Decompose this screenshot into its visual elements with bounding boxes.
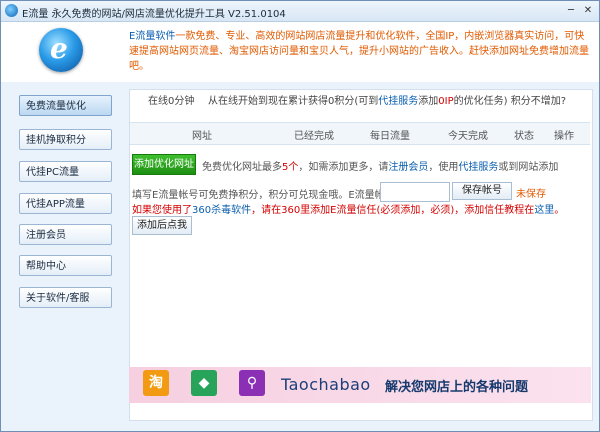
register-link[interactable]: 注册会员 <box>388 162 428 173</box>
logo-icon: e <box>39 28 83 72</box>
header: e E流量软件一款免费、专业、高效的网站网店流量提升和优化软件，全国IP，内嵌浏… <box>1 22 599 82</box>
title-bar: E流量 永久免费的网站/网店流量优化提升工具 V2.51.0104 ─ ✕ <box>1 1 599 22</box>
nav-register[interactable]: 注册会员 <box>19 224 112 245</box>
add-note-d: 或到网站添加 <box>498 162 559 173</box>
col-url: 网址 <box>192 131 212 142</box>
col-status: 状态 <box>514 131 534 142</box>
minimize-button[interactable]: ─ <box>564 4 578 17</box>
banner-slogan: 解决您网店上的各种问题 <box>385 380 529 395</box>
proxy-link[interactable]: 代挂服务 <box>458 162 498 173</box>
ip-count: 0IP <box>438 96 454 107</box>
unsaved-status: 未保存 <box>516 189 546 200</box>
col-today: 今天完成 <box>448 131 488 142</box>
search-icon: ⚲ <box>239 370 265 396</box>
nav-about[interactable]: 关于软件/客服 <box>19 287 112 308</box>
nav-pc-traffic[interactable]: 代挂PC流量 <box>19 161 112 182</box>
nav-help[interactable]: 帮助中心 <box>19 255 112 276</box>
intro-body: 一款免费、专业、高效的网站网店流量提升和优化软件，全国IP，内嵌浏览器真实访问，… <box>129 31 589 72</box>
taobao-icon: 淘 <box>143 370 169 396</box>
add-note-count: 5个 <box>282 162 299 173</box>
status-line: 在线0分钟 从在线开始到现在累计获得0积分(可到代挂服务添加0IP的优化任务) … <box>130 94 592 110</box>
proxy-service-link[interactable]: 代挂服务 <box>378 96 418 107</box>
save-account-button[interactable]: 保存帐号 <box>452 182 512 200</box>
warning-b: ，请在360里添加E流量信任(必须添加，必须)，添加信任教程在 <box>251 205 535 216</box>
nav-app-traffic[interactable]: 代挂APP流量 <box>19 193 112 214</box>
add-url-button[interactable]: 添加优化网址 <box>132 154 196 175</box>
banner-brand: Taochabao <box>281 375 371 394</box>
table-header: 网址 已经完成 每日流量 今天完成 状态 操作 <box>130 122 590 145</box>
points-desc-a: 从在线开始到现在累计获得0积分(可到 <box>208 96 379 107</box>
intro-brand: E流量软件 <box>129 31 176 42</box>
col-done: 已经完成 <box>294 131 334 142</box>
nav-earn-points[interactable]: 挂机挣取积分 <box>19 129 112 150</box>
app-window: E流量 永久免费的网站/网店流量优化提升工具 V2.51.0104 ─ ✕ e … <box>0 0 600 432</box>
add-note-a: 免费优化网址最多 <box>202 162 282 173</box>
warning-c: 。 <box>554 205 565 216</box>
online-time: 在线0分钟 <box>148 96 195 107</box>
close-button[interactable]: ✕ <box>581 4 595 17</box>
account-label: 填写E流量帐号可免费挣积分，积分可兑现金哦。E流量帐号: <box>132 190 399 201</box>
app-icon <box>5 4 18 17</box>
ad-banner[interactable]: 淘 ◆ ⚲ Taochabao 解决您网店上的各种问题 <box>129 367 591 403</box>
add-note-b: ，如需添加更多，请 <box>298 162 389 173</box>
intro-text: E流量软件一款免费、专业、高效的网站网店流量提升和优化软件，全国IP，内嵌浏览器… <box>129 29 591 74</box>
box-icon: ◆ <box>191 370 217 396</box>
col-action: 操作 <box>554 131 574 142</box>
logo-letter: e <box>50 32 68 65</box>
sidebar: 免费流量优化 挂机挣取积分 代挂PC流量 代挂APP流量 注册会员 帮助中心 关… <box>1 83 123 431</box>
points-question-link[interactable]: 积分不增加? <box>511 96 566 107</box>
window-title: E流量 永久免费的网站/网店流量优化提升工具 V2.51.0104 <box>22 9 286 20</box>
add-note-c: ，使用 <box>428 162 459 173</box>
add-row: 添加优化网址 免费优化网址最多5个，如需添加更多，请注册会员，使用代挂服务或到网… <box>130 154 592 175</box>
warning-a: 如果您使用了 <box>132 205 192 216</box>
points-desc-b: 添加 <box>418 96 439 107</box>
points-desc-c: 的优化任务) <box>453 96 508 107</box>
add-later-button[interactable]: 添加后点我 <box>132 216 192 235</box>
add-note: 免费优化网址最多5个，如需添加更多，请注册会员，使用代挂服务或到网站添加 <box>202 158 558 173</box>
warning-text: 如果您使用了360杀毒软件，请在360里添加E流量信任(必须添加，必须)，添加信… <box>132 201 564 216</box>
points-desc: 从在线开始到现在累计获得0积分(可到代挂服务添加0IP的优化任务) 积分不增加? <box>208 94 566 110</box>
warning-soft: 360杀毒软件 <box>192 205 252 216</box>
account-input[interactable] <box>380 182 450 202</box>
tutorial-link[interactable]: 这里 <box>534 205 554 216</box>
col-daily: 每日流量 <box>370 131 410 142</box>
account-row: 填写E流量帐号可免费挣积分，积分可兑现金哦。E流量帐号: 保存帐号 未保存 <box>130 182 592 202</box>
nav-free-traffic[interactable]: 免费流量优化 <box>19 95 112 116</box>
